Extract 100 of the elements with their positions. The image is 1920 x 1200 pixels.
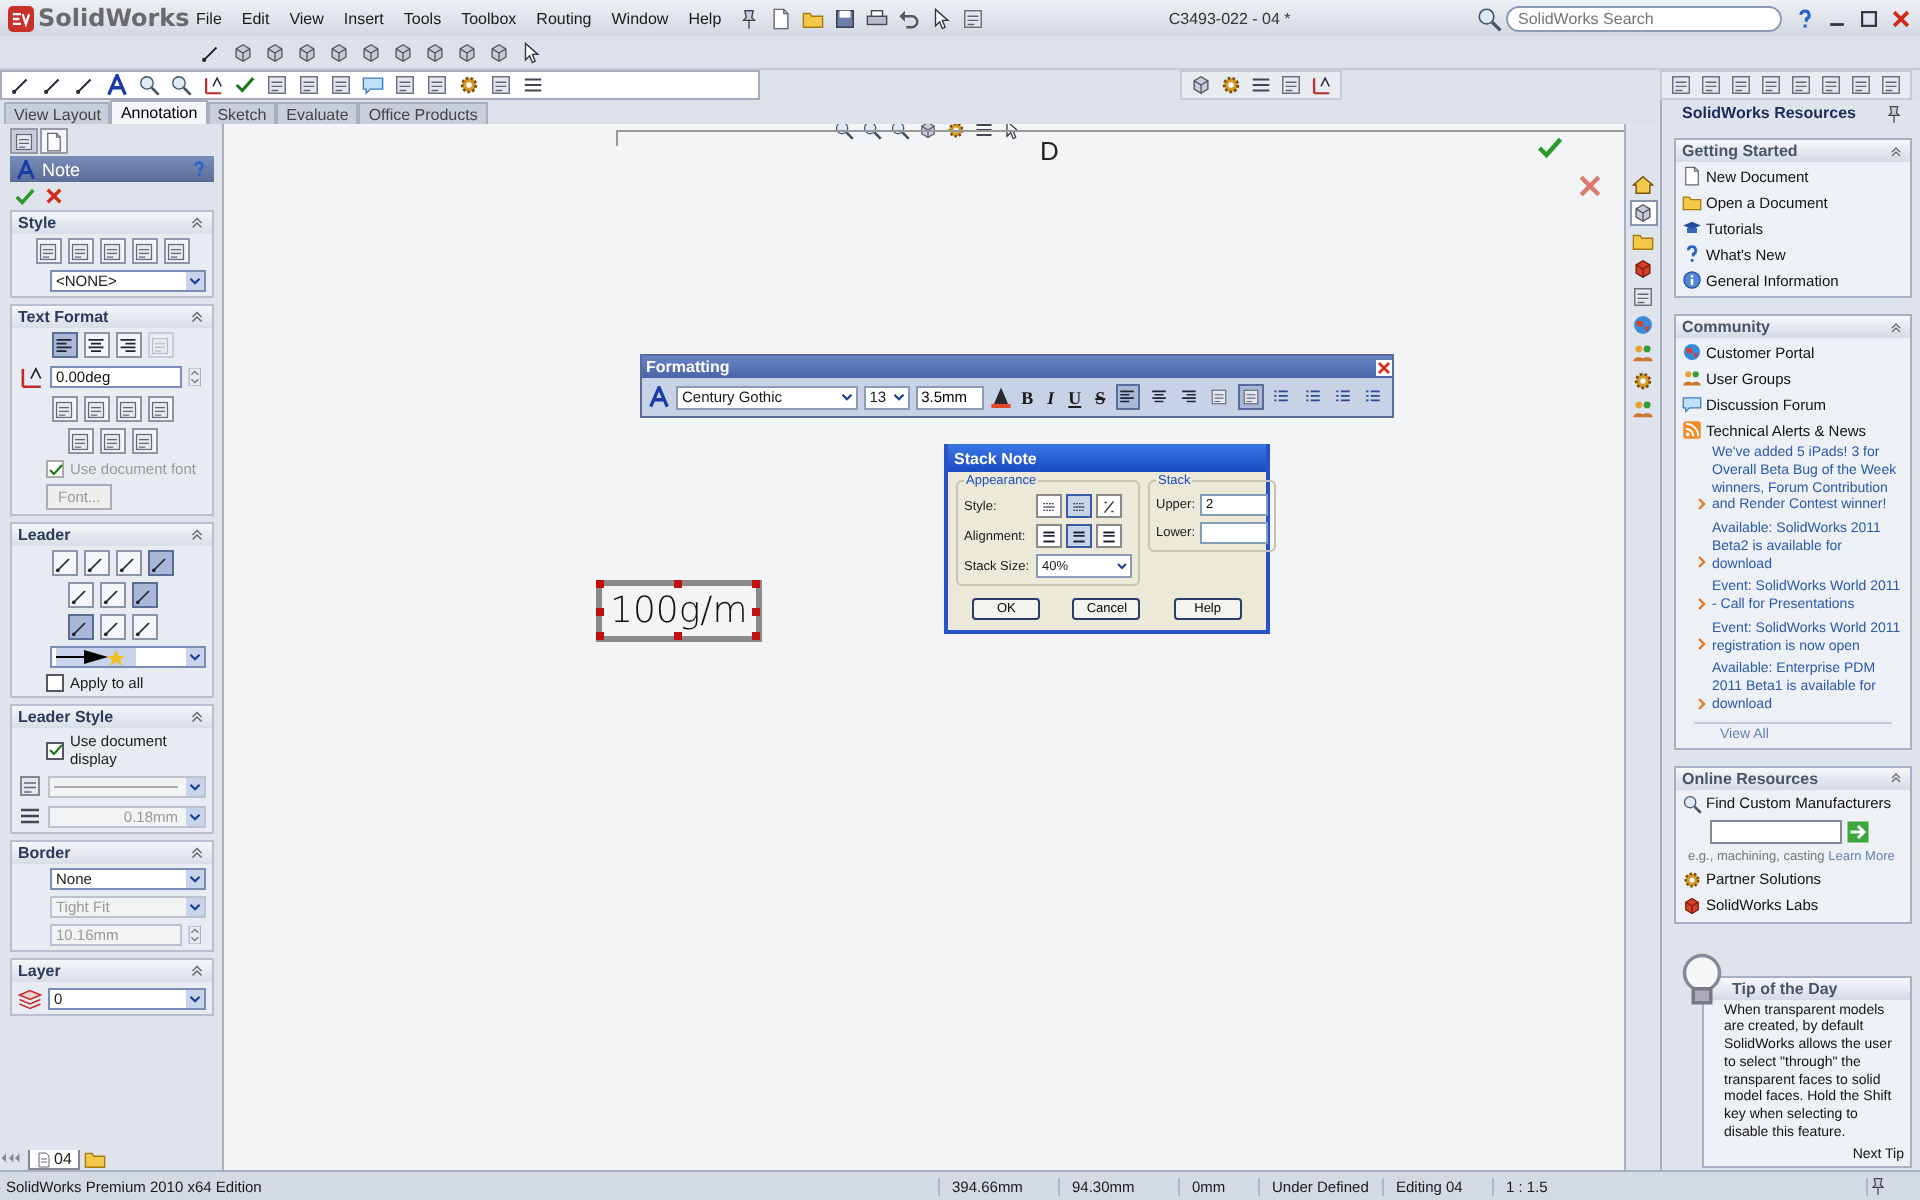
sheet-tab[interactable]: 04: [28, 1150, 80, 1170]
stack-style-button[interactable]: [1066, 494, 1092, 518]
panel-icon[interactable]: [1730, 74, 1752, 96]
stack-style-button[interactable]: [1096, 494, 1122, 518]
tool-button[interactable]: [115, 550, 141, 576]
tool-button[interactable]: [83, 550, 109, 576]
task-pane-tab[interactable]: [1629, 368, 1657, 394]
text-color-icon[interactable]: [989, 386, 1012, 408]
close-icon[interactable]: [1376, 359, 1392, 375]
tool-button[interactable]: [51, 550, 77, 576]
angle-icon[interactable]: [202, 74, 224, 96]
zoom-icon[interactable]: [834, 124, 854, 140]
gear-icon[interactable]: [458, 74, 480, 96]
task-pane-tab[interactable]: [1629, 312, 1657, 338]
panel-tab[interactable]: [10, 128, 38, 154]
font-format-toggle[interactable]: I: [1043, 387, 1059, 407]
gear-icon[interactable]: [946, 124, 966, 140]
close-icon[interactable]: [1890, 7, 1912, 29]
stack-style-button[interactable]: [1036, 494, 1062, 518]
gear-icon[interactable]: [1220, 74, 1242, 96]
tool-button[interactable]: [99, 582, 125, 608]
leader-icon[interactable]: [10, 74, 32, 96]
check-icon[interactable]: [14, 185, 36, 207]
printer-icon[interactable]: [865, 7, 888, 29]
panel-icon[interactable]: [490, 74, 512, 96]
cube-icon[interactable]: [918, 124, 938, 140]
cube-icon[interactable]: [360, 41, 382, 63]
tool-button[interactable]: [83, 332, 109, 358]
tool-button[interactable]: [99, 614, 125, 640]
pin-icon[interactable]: [1884, 103, 1904, 123]
cube-icon[interactable]: [232, 41, 254, 63]
panel-icon[interactable]: [266, 74, 288, 96]
document-icon[interactable]: [769, 7, 792, 29]
collapse-icon[interactable]: [1888, 770, 1904, 786]
angle-icon[interactable]: [1310, 74, 1332, 96]
collapse-icon[interactable]: [188, 962, 206, 980]
zoom-icon[interactable]: [138, 74, 160, 96]
zoom-icon[interactable]: [170, 74, 192, 96]
folder-icon[interactable]: [801, 7, 824, 29]
zoom-icon[interactable]: [1476, 5, 1502, 31]
panel-icon[interactable]: [1820, 74, 1842, 96]
cube-icon[interactable]: [424, 41, 446, 63]
cube-icon[interactable]: [296, 41, 318, 63]
cube-icon[interactable]: [264, 41, 286, 63]
menu-item[interactable]: Toolbox: [457, 7, 521, 29]
leader-icon[interactable]: [200, 41, 222, 63]
panel-icon[interactable]: [426, 74, 448, 96]
tool-button[interactable]: [131, 614, 157, 640]
panel-icon[interactable]: [394, 74, 416, 96]
lines-icon[interactable]: [1250, 74, 1272, 96]
font-format-toggle[interactable]: B: [1017, 387, 1038, 407]
alignment-button[interactable]: [1036, 524, 1062, 548]
panel-icon[interactable]: [330, 74, 352, 96]
dropdown[interactable]: [50, 646, 206, 668]
list-toggle[interactable]: [1238, 384, 1264, 410]
collapse-icon[interactable]: [188, 214, 206, 232]
panel-icon[interactable]: [1790, 74, 1812, 96]
cube-icon[interactable]: [328, 41, 350, 63]
pointer-icon[interactable]: [520, 41, 542, 63]
cube-icon[interactable]: [456, 41, 478, 63]
close-icon[interactable]: [1576, 172, 1604, 200]
panel-icon[interactable]: [1880, 74, 1902, 96]
cube-icon[interactable]: [488, 41, 510, 63]
command-tab[interactable]: Sketch: [207, 102, 277, 124]
collapse-icon[interactable]: [188, 844, 206, 862]
menu-item[interactable]: Help: [684, 7, 726, 29]
arrow-icon[interactable]: [1846, 819, 1870, 843]
pointer-icon[interactable]: [929, 7, 952, 29]
tool-button[interactable]: [67, 614, 93, 640]
panel-icon[interactable]: [1280, 74, 1302, 96]
menu-item[interactable]: Tools: [399, 7, 446, 29]
collapse-icon[interactable]: [1888, 319, 1904, 335]
zoom-icon[interactable]: [890, 124, 910, 140]
section-title[interactable]: Layer: [18, 962, 61, 980]
menu-item[interactable]: Insert: [339, 7, 388, 29]
cube-icon[interactable]: [392, 41, 414, 63]
search-field[interactable]: SolidWorks Search: [1506, 5, 1782, 31]
collapse-icon[interactable]: [188, 708, 206, 726]
panel-icon[interactable]: [1700, 74, 1722, 96]
panel-icon[interactable]: [1760, 74, 1782, 96]
task-pane-tab[interactable]: [1629, 200, 1657, 226]
menu-item[interactable]: Window: [607, 7, 673, 29]
command-tab[interactable]: Evaluate: [276, 102, 359, 124]
collapse-icon[interactable]: [188, 526, 206, 544]
check-icon[interactable]: [1536, 134, 1564, 162]
search-field[interactable]: [1710, 819, 1842, 843]
tool-button[interactable]: [51, 332, 77, 358]
checkbox[interactable]: [46, 674, 64, 692]
cube-icon[interactable]: [1190, 74, 1212, 96]
menu-item[interactable]: File: [192, 7, 226, 29]
pin-icon[interactable]: [1868, 1176, 1888, 1196]
collapse-icon[interactable]: [188, 308, 206, 326]
alignment-button[interactable]: [1096, 524, 1122, 548]
speech-bubble-icon[interactable]: [362, 74, 384, 96]
menu-item[interactable]: Routing: [532, 7, 596, 29]
font-format-toggle[interactable]: S: [1091, 387, 1110, 407]
maximize-icon[interactable]: [1858, 7, 1880, 29]
menu-item[interactable]: Edit: [237, 7, 274, 29]
font-format-toggle[interactable]: U: [1064, 387, 1086, 407]
tool-button[interactable]: [131, 582, 157, 608]
